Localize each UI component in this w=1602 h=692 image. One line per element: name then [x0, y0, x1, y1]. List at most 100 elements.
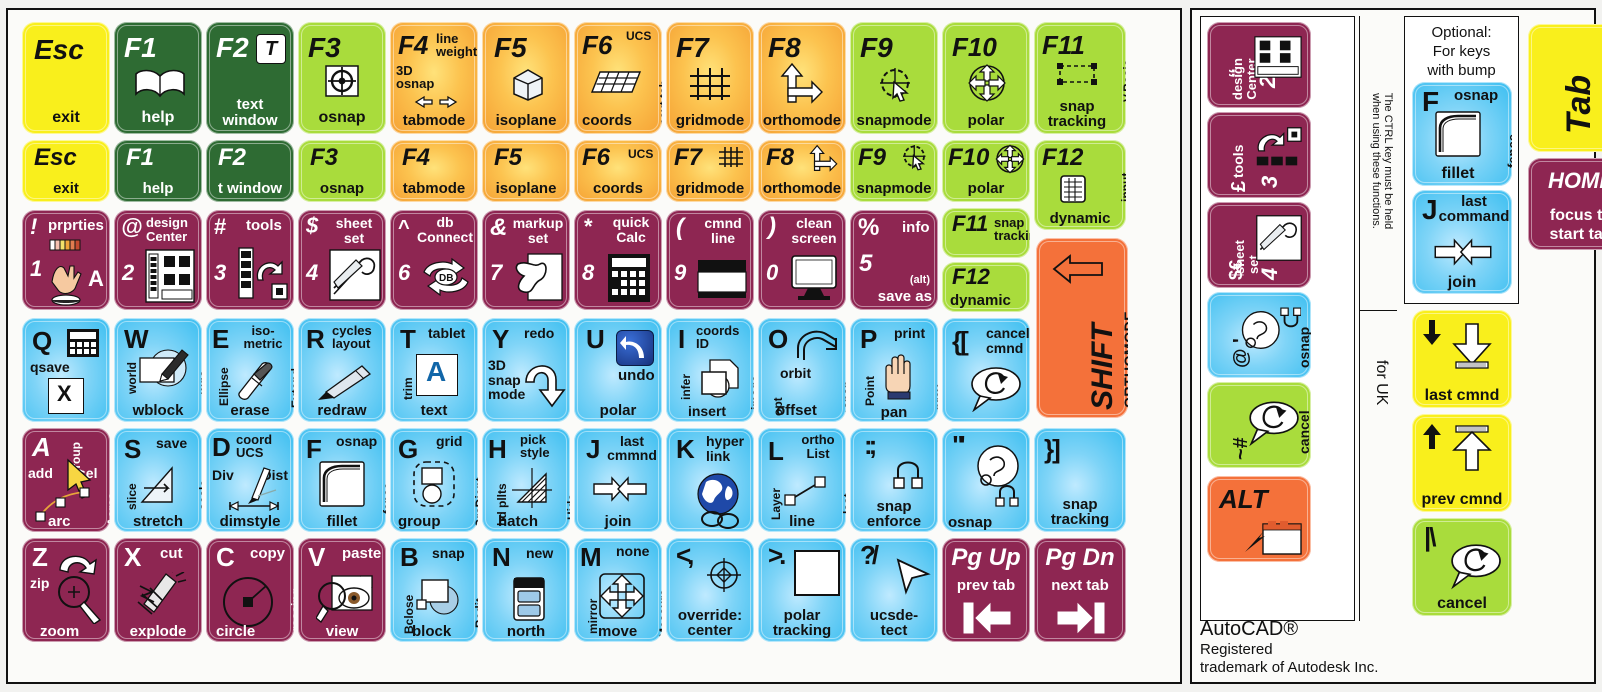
key-f7[interactable]: F7 gridmode: [666, 22, 754, 134]
key-f8-compact[interactable]: F8 orthomode: [758, 140, 846, 202]
key-l[interactable]: L ortho List Layer last line: [758, 428, 846, 532]
key-f11[interactable]: F11 V.Basic snap tracking: [1034, 22, 1126, 134]
key-esc-compact[interactable]: Esc exit: [22, 140, 110, 202]
key-comma[interactable]: <, override: center: [666, 538, 754, 642]
key-x[interactable]: X cut explode: [114, 538, 202, 642]
key-semicolon[interactable]: :; snap enforce: [850, 428, 938, 532]
key-f[interactable]: F osnap fence fillet: [298, 428, 386, 532]
key-f3-compact[interactable]: F3 osnap: [298, 140, 386, 202]
key-h[interactable]: H pick style hd pllts Hide hatch: [482, 428, 570, 532]
key-page-down[interactable]: Pg Dn next tab: [1034, 538, 1126, 642]
key-bracket-open[interactable]: {[ cancel cmnd: [942, 318, 1030, 422]
key-2[interactable]: @ design Center 2: [114, 210, 202, 310]
key-4[interactable]: $ sheet set 4: [298, 210, 386, 310]
key-slash[interactable]: ?/ ucsde- tect: [850, 538, 938, 642]
key-v[interactable]: V paste view: [298, 538, 386, 642]
fillet-icon: [319, 461, 365, 507]
optional-key-f[interactable]: F osnap fence fillet: [1412, 82, 1512, 186]
key-bottom-label: polar: [967, 111, 1005, 129]
key-prev-cmnd[interactable]: prev cmnd: [1412, 414, 1512, 512]
uk-key-4[interactable]: sheet set $€ 4: [1207, 202, 1311, 288]
key-f10-compact[interactable]: F10 polar: [942, 140, 1030, 202]
key-f5-compact[interactable]: F5 isoplane: [482, 140, 570, 202]
key-f12-compact[interactable]: F12 input dynamic: [1034, 140, 1126, 230]
key-glyph: "': [952, 430, 965, 460]
key-f6[interactable]: F6 UCS next tab coords: [574, 22, 662, 134]
orbit-offset-icon: [797, 330, 837, 360]
key-f6-compact[interactable]: F6 UCS coords: [574, 140, 662, 202]
key-f11-extra[interactable]: F11 snap tracking: [942, 208, 1030, 258]
key-b[interactable]: B snap Bclose Bedit block: [390, 538, 478, 642]
key-f2-compact[interactable]: F2 t window: [206, 140, 294, 202]
key-r[interactable]: R cycles layout redraw: [298, 318, 386, 422]
key-i[interactable]: I coords ID infer image insert: [666, 318, 754, 422]
key-6[interactable]: ^ db Connect 6 DB: [390, 210, 478, 310]
for-uk-label: for UK: [1373, 360, 1390, 406]
key-bottom-label: insert: [687, 402, 727, 419]
key-t[interactable]: T tablet trim A text: [390, 318, 478, 422]
key-f4[interactable]: F4 line weight 3D osnap tabmode: [390, 22, 478, 134]
key-last-cmnd[interactable]: last cmnd: [1412, 310, 1512, 408]
key-u[interactable]: U undo polar: [574, 318, 662, 422]
key-e[interactable]: E iso- metric Ellipse Extend erase: [206, 318, 294, 422]
key-w[interactable]: W world wgo wblock: [114, 318, 202, 422]
key-f2[interactable]: F2 T text window: [206, 22, 294, 134]
key-tab[interactable]: Tab switch to next/prew: [1528, 24, 1602, 152]
key-3[interactable]: # tools 3: [206, 210, 294, 310]
key-8[interactable]: * quick Calc 8: [574, 210, 662, 310]
key-f5[interactable]: F5 isoplane: [482, 22, 570, 134]
uk-key-3[interactable]: tools £ 3: [1207, 112, 1311, 198]
key-k[interactable]: K hyper link: [666, 428, 754, 532]
uk-key-cancel[interactable]: cancel ~#: [1207, 382, 1311, 468]
key-q[interactable]: Q qsave X: [22, 318, 110, 422]
key-d[interactable]: D coord UCS Div Dist dimstyle: [206, 428, 294, 532]
key-top-label: clean screen: [791, 215, 837, 246]
optional-key-j[interactable]: J last command join: [1412, 190, 1512, 294]
key-g[interactable]: G grid GraDient group: [390, 428, 478, 532]
key-alt[interactable]: ALT: [1207, 476, 1311, 562]
key-z[interactable]: Z zip zoom: [22, 538, 110, 642]
key-symbol: ): [768, 213, 776, 240]
key-s[interactable]: S save slice scale stretch: [114, 428, 202, 532]
key-7[interactable]: & markup set 7: [482, 210, 570, 310]
globe-link-icon: [697, 473, 739, 529]
key-f7-compact[interactable]: F7 gridmode: [666, 140, 754, 202]
uk-key-osnap[interactable]: osnap @ ': [1207, 292, 1311, 378]
key-glyph: J: [586, 434, 601, 464]
uk-key-2[interactable]: design Center “ 2: [1207, 22, 1311, 108]
key-topleft-label: 3D osnap: [396, 63, 435, 92]
key-0[interactable]: ) clean screen 0: [758, 210, 846, 310]
key-home[interactable]: HOME focus to start tab: [1528, 158, 1602, 250]
key-m[interactable]: M none mirror Measure move: [574, 538, 662, 642]
key-quote[interactable]: "' osnap: [942, 428, 1030, 532]
key-j[interactable]: J last cmmnd join: [574, 428, 662, 532]
key-p[interactable]: P print Point prev. pan: [850, 318, 938, 422]
key-period[interactable]: >. polar tracking: [758, 538, 846, 642]
key-f1-compact[interactable]: F1 help: [114, 140, 202, 202]
key-a[interactable]: A group Aarea add sel arc: [22, 428, 110, 532]
key-1[interactable]: ! prprties 1 A: [22, 210, 110, 310]
key-bottom-label: isoplane: [495, 179, 557, 197]
key-page-up[interactable]: Pg Up prev tab: [942, 538, 1030, 642]
line-nodes-icon: [784, 476, 826, 506]
key-f8[interactable]: F8 macros orthomode: [758, 22, 846, 134]
key-topright-label: coord UCS: [236, 432, 273, 460]
key-o[interactable]: O orbit opt osnap offset: [758, 318, 846, 422]
key-cancel-right[interactable]: |\ cancel: [1412, 518, 1512, 616]
key-y[interactable]: Y redo 3D snap mode: [482, 318, 570, 422]
key-f1[interactable]: F1 help: [114, 22, 202, 134]
key-f10[interactable]: F10 polar: [942, 22, 1030, 134]
key-bracket-close[interactable]: }] snap tracking: [1034, 428, 1126, 532]
key-9[interactable]: ( cmnd line 9: [666, 210, 754, 310]
key-n[interactable]: N new north: [482, 538, 570, 642]
key-f9-compact[interactable]: F9 snapmode: [850, 140, 938, 202]
key-c[interactable]: C copy crossing circle: [206, 538, 294, 642]
key-esc[interactable]: Esc exit: [22, 22, 110, 134]
key-5[interactable]: % info 5 (alt) save as: [850, 210, 938, 310]
key-f12-extra[interactable]: F12 dynamic: [942, 262, 1030, 312]
join-arrows-icon: [1434, 238, 1492, 266]
key-f9[interactable]: F9 snapmode: [850, 22, 938, 134]
key-mid-label: undo: [618, 367, 655, 384]
key-f3[interactable]: F3 osnap: [298, 22, 386, 134]
key-f4-compact[interactable]: F4 tabmode: [390, 140, 478, 202]
